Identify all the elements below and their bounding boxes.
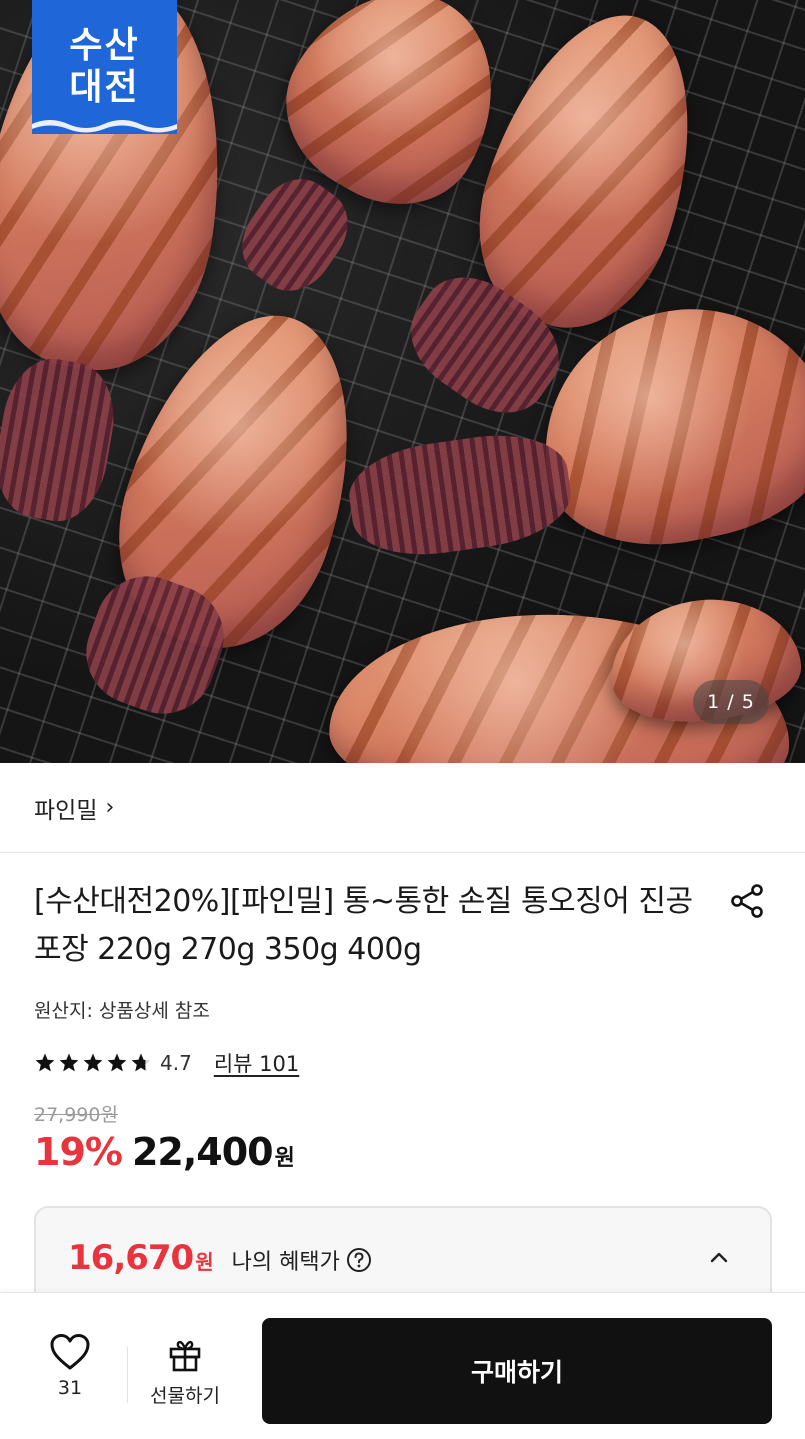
product-image-carousel[interactable]: 수산 대전 1 / 5 <box>0 0 805 763</box>
gift-button[interactable]: 선물하기 <box>140 1337 230 1417</box>
gift-label: 선물하기 <box>150 1385 220 1407</box>
buy-button[interactable]: 구매하기 <box>262 1318 772 1424</box>
benefit-price-currency: 원 <box>195 1250 214 1274</box>
seafood-festival-logo: 수산 대전 <box>32 0 177 134</box>
like-count: 31 <box>57 1377 83 1399</box>
sale-price-currency: 원 <box>274 1146 295 1171</box>
benefit-price: 16,670 <box>68 1238 194 1278</box>
star-icon <box>83 1053 103 1072</box>
original-price: 27,990원 <box>34 1104 118 1126</box>
benefit-label: 나의 혜택가 <box>231 1250 340 1275</box>
origin-info: 원산지: 상품상세 참조 <box>34 1000 210 1022</box>
discount-rate: 19% <box>34 1130 123 1174</box>
share-icon <box>731 884 763 918</box>
price-row: 19% 22,400 원 <box>34 1130 295 1174</box>
rating-row: 4.7 리뷰 101 <box>34 1046 299 1080</box>
divider <box>127 1347 128 1403</box>
brand-link[interactable]: 파인밀 › <box>0 763 805 853</box>
like-button[interactable]: 31 <box>30 1333 110 1413</box>
share-button[interactable] <box>726 880 768 922</box>
help-icon[interactable] <box>346 1247 372 1273</box>
review-link[interactable]: 리뷰 101 <box>214 1048 299 1078</box>
bottom-action-bar: 31 선물하기 구매하기 <box>0 1292 805 1439</box>
benefit-collapse-toggle[interactable] <box>704 1242 734 1272</box>
star-icon <box>35 1053 55 1072</box>
chevron-right-icon: › <box>105 795 115 820</box>
chevron-up-icon <box>710 1252 728 1263</box>
star-icon <box>107 1053 127 1072</box>
heart-icon <box>50 1334 90 1370</box>
star-icon <box>59 1053 79 1072</box>
logo-text-line1: 수산 <box>69 25 140 66</box>
gift-icon <box>169 1340 201 1372</box>
sale-price: 22,400 <box>131 1130 274 1174</box>
rating-value: 4.7 <box>160 1051 192 1075</box>
image-page-indicator: 1 / 5 <box>693 680 769 724</box>
product-title: [수산대전20%][파인밀] 통~통한 손질 통오징어 진공포장 220g 27… <box>34 884 693 967</box>
brand-name: 파인밀 <box>34 797 98 824</box>
star-icon <box>131 1053 151 1072</box>
logo-text-line2: 대전 <box>69 67 140 108</box>
wave-icon <box>32 120 177 134</box>
star-rating <box>34 1052 152 1074</box>
